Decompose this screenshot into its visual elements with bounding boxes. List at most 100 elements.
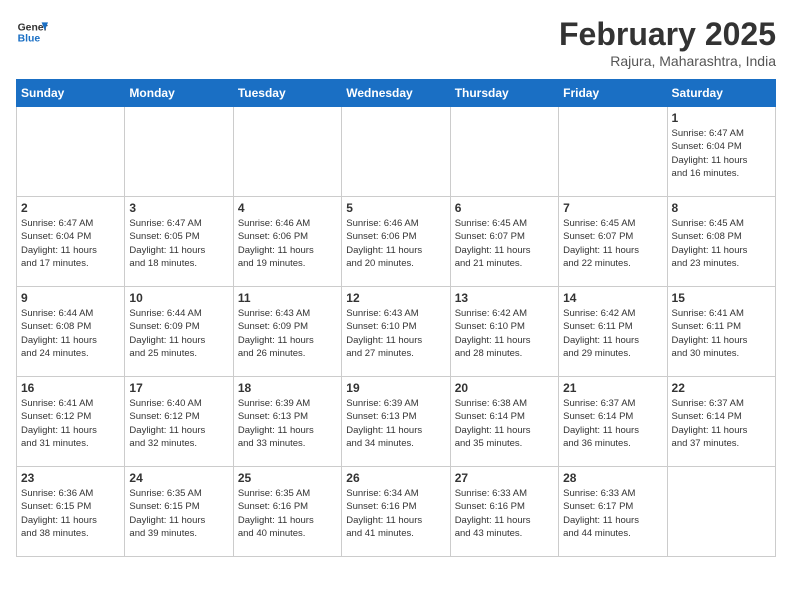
calendar-cell: 7 Sunrise: 6:45 AM Sunset: 6:07 PM Daylig… <box>559 197 667 287</box>
calendar-cell: 14 Sunrise: 6:42 AM Sunset: 6:11 PM Dayli… <box>559 287 667 377</box>
day-number: 11 <box>238 291 337 305</box>
day-info: Sunrise: 6:42 AM Sunset: 6:11 PM Dayligh… <box>563 307 662 360</box>
day-number: 10 <box>129 291 228 305</box>
calendar-cell: 26Sunrise: 6:34 AM Sunset: 6:16 PM Dayli… <box>342 467 450 557</box>
page-header: General Blue February 2025 Rajura, Mahar… <box>16 16 776 69</box>
day-number: 20 <box>455 381 554 395</box>
day-header-wednesday: Wednesday <box>342 80 450 107</box>
calendar-cell: 20 Sunrise: 6:38 AM Sunset: 6:14 PM Dayli… <box>450 377 558 467</box>
day-info: Sunrise: 6:44 AM Sunset: 6:09 PM Dayligh… <box>129 307 228 360</box>
calendar-header-row: SundayMondayTuesdayWednesdayThursdayFrid… <box>17 80 776 107</box>
day-info: Sunrise: 6:44 AM Sunset: 6:08 PM Dayligh… <box>21 307 120 360</box>
logo: General Blue <box>16 16 48 48</box>
day-number: 22 <box>672 381 771 395</box>
calendar-cell: 3 Sunrise: 6:47 AM Sunset: 6:05 PM Daylig… <box>125 197 233 287</box>
calendar-cell: 11 Sunrise: 6:43 AM Sunset: 6:09 PM Dayli… <box>233 287 341 377</box>
day-number: 19 <box>346 381 445 395</box>
day-number: 7 <box>563 201 662 215</box>
calendar-cell <box>559 107 667 197</box>
calendar-cell: 17 Sunrise: 6:40 AM Sunset: 6:12 PM Dayli… <box>125 377 233 467</box>
calendar-cell: 2Sunrise: 6:47 AM Sunset: 6:04 PM Daylig… <box>17 197 125 287</box>
day-number: 21 <box>563 381 662 395</box>
calendar-cell <box>667 467 775 557</box>
calendar-cell: 16 Sunrise: 6:41 AM Sunset: 6:12 PM Dayli… <box>17 377 125 467</box>
day-info: Sunrise: 6:40 AM Sunset: 6:12 PM Dayligh… <box>129 397 228 450</box>
day-header-tuesday: Tuesday <box>233 80 341 107</box>
week-row-1: 1 Sunrise: 6:47 AM Sunset: 6:04 PM Daylig… <box>17 107 776 197</box>
week-row-4: 16 Sunrise: 6:41 AM Sunset: 6:12 PM Dayli… <box>17 377 776 467</box>
calendar-body: 1 Sunrise: 6:47 AM Sunset: 6:04 PM Daylig… <box>17 107 776 557</box>
day-info: Sunrise: 6:45 AM Sunset: 6:07 PM Dayligh… <box>455 217 554 270</box>
week-row-5: 23 Sunrise: 6:36 AM Sunset: 6:15 PM Dayli… <box>17 467 776 557</box>
calendar-table: SundayMondayTuesdayWednesdayThursdayFrid… <box>16 79 776 557</box>
calendar-cell <box>342 107 450 197</box>
day-number: 18 <box>238 381 337 395</box>
day-number: 6 <box>455 201 554 215</box>
week-row-3: 9 Sunrise: 6:44 AM Sunset: 6:08 PM Daylig… <box>17 287 776 377</box>
calendar-cell: 18 Sunrise: 6:39 AM Sunset: 6:13 PM Dayli… <box>233 377 341 467</box>
day-info: Sunrise: 6:46 AM Sunset: 6:06 PM Dayligh… <box>346 217 445 270</box>
day-number: 17 <box>129 381 228 395</box>
calendar-cell <box>450 107 558 197</box>
month-title: February 2025 <box>559 16 776 53</box>
title-block: February 2025 Rajura, Maharashtra, India <box>559 16 776 69</box>
day-header-thursday: Thursday <box>450 80 558 107</box>
day-number: 1 <box>672 111 771 125</box>
day-info: Sunrise: 6:45 AM Sunset: 6:07 PM Dayligh… <box>563 217 662 270</box>
day-number: 28 <box>563 471 662 485</box>
day-number: 27 <box>455 471 554 485</box>
day-number: 9 <box>21 291 120 305</box>
day-info: Sunrise: 6:43 AM Sunset: 6:09 PM Dayligh… <box>238 307 337 360</box>
day-info: Sunrise: 6:46 AM Sunset: 6:06 PM Dayligh… <box>238 217 337 270</box>
calendar-cell: 28 Sunrise: 6:33 AM Sunset: 6:17 PM Dayli… <box>559 467 667 557</box>
day-number: 16 <box>21 381 120 395</box>
day-info: Sunrise: 6:33 AM Sunset: 6:17 PM Dayligh… <box>563 487 662 540</box>
day-info: Sunrise: 6:39 AM Sunset: 6:13 PM Dayligh… <box>346 397 445 450</box>
day-info: Sunrise: 6:36 AM Sunset: 6:15 PM Dayligh… <box>21 487 120 540</box>
day-number: 4 <box>238 201 337 215</box>
day-info: Sunrise: 6:41 AM Sunset: 6:11 PM Dayligh… <box>672 307 771 360</box>
calendar-cell <box>125 107 233 197</box>
calendar-cell: 13Sunrise: 6:42 AM Sunset: 6:10 PM Dayli… <box>450 287 558 377</box>
calendar-cell: 8 Sunrise: 6:45 AM Sunset: 6:08 PM Daylig… <box>667 197 775 287</box>
location-subtitle: Rajura, Maharashtra, India <box>559 53 776 69</box>
day-number: 8 <box>672 201 771 215</box>
calendar-cell: 27 Sunrise: 6:33 AM Sunset: 6:16 PM Dayli… <box>450 467 558 557</box>
day-info: Sunrise: 6:35 AM Sunset: 6:16 PM Dayligh… <box>238 487 337 540</box>
day-header-monday: Monday <box>125 80 233 107</box>
logo-icon: General Blue <box>16 16 48 48</box>
week-row-2: 2Sunrise: 6:47 AM Sunset: 6:04 PM Daylig… <box>17 197 776 287</box>
day-header-friday: Friday <box>559 80 667 107</box>
day-number: 15 <box>672 291 771 305</box>
calendar-cell: 23 Sunrise: 6:36 AM Sunset: 6:15 PM Dayli… <box>17 467 125 557</box>
day-number: 12 <box>346 291 445 305</box>
day-info: Sunrise: 6:33 AM Sunset: 6:16 PM Dayligh… <box>455 487 554 540</box>
day-info: Sunrise: 6:47 AM Sunset: 6:05 PM Dayligh… <box>129 217 228 270</box>
calendar-cell: 6 Sunrise: 6:45 AM Sunset: 6:07 PM Daylig… <box>450 197 558 287</box>
day-info: Sunrise: 6:43 AM Sunset: 6:10 PM Dayligh… <box>346 307 445 360</box>
day-number: 13 <box>455 291 554 305</box>
day-info: Sunrise: 6:47 AM Sunset: 6:04 PM Dayligh… <box>672 127 771 180</box>
day-info: Sunrise: 6:38 AM Sunset: 6:14 PM Dayligh… <box>455 397 554 450</box>
calendar-cell: 21 Sunrise: 6:37 AM Sunset: 6:14 PM Dayli… <box>559 377 667 467</box>
day-info: Sunrise: 6:41 AM Sunset: 6:12 PM Dayligh… <box>21 397 120 450</box>
calendar-cell: 4 Sunrise: 6:46 AM Sunset: 6:06 PM Daylig… <box>233 197 341 287</box>
calendar-cell: 10 Sunrise: 6:44 AM Sunset: 6:09 PM Dayli… <box>125 287 233 377</box>
day-number: 5 <box>346 201 445 215</box>
day-header-sunday: Sunday <box>17 80 125 107</box>
calendar-cell: 15 Sunrise: 6:41 AM Sunset: 6:11 PM Dayli… <box>667 287 775 377</box>
calendar-cell: 22Sunrise: 6:37 AM Sunset: 6:14 PM Dayli… <box>667 377 775 467</box>
calendar-cell: 19 Sunrise: 6:39 AM Sunset: 6:13 PM Dayli… <box>342 377 450 467</box>
day-info: Sunrise: 6:39 AM Sunset: 6:13 PM Dayligh… <box>238 397 337 450</box>
calendar-cell: 25Sunrise: 6:35 AM Sunset: 6:16 PM Dayli… <box>233 467 341 557</box>
calendar-cell <box>17 107 125 197</box>
day-number: 23 <box>21 471 120 485</box>
day-number: 2 <box>21 201 120 215</box>
day-number: 3 <box>129 201 228 215</box>
day-info: Sunrise: 6:37 AM Sunset: 6:14 PM Dayligh… <box>563 397 662 450</box>
calendar-cell: 12 Sunrise: 6:43 AM Sunset: 6:10 PM Dayli… <box>342 287 450 377</box>
day-info: Sunrise: 6:45 AM Sunset: 6:08 PM Dayligh… <box>672 217 771 270</box>
day-info: Sunrise: 6:35 AM Sunset: 6:15 PM Dayligh… <box>129 487 228 540</box>
day-info: Sunrise: 6:34 AM Sunset: 6:16 PM Dayligh… <box>346 487 445 540</box>
day-number: 14 <box>563 291 662 305</box>
